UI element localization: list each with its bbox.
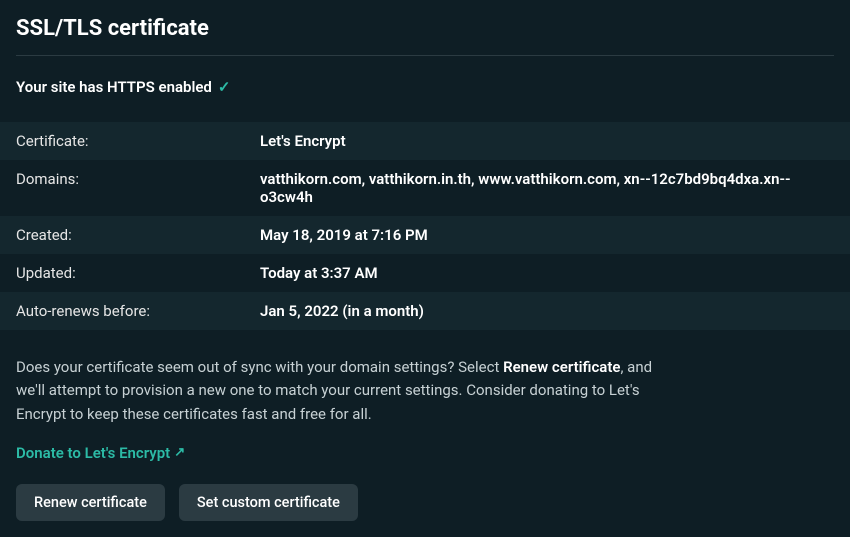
cert-value: Today at 3:37 AM [244, 254, 850, 292]
table-row: Auto-renews before: Jan 5, 2022 (in a mo… [0, 292, 850, 330]
table-row: Certificate: Let's Encrypt [0, 122, 850, 160]
renew-certificate-button[interactable]: Renew certificate [16, 484, 165, 521]
cert-value: vatthikorn.com, vatthikorn.in.th, www.va… [244, 160, 850, 216]
cert-value: May 18, 2019 at 7:16 PM [244, 216, 850, 254]
table-row: Created: May 18, 2019 at 7:16 PM [0, 216, 850, 254]
help-text-pre: Does your certificate seem out of sync w… [16, 358, 503, 376]
table-row: Domains: vatthikorn.com, vatthikorn.in.t… [0, 160, 850, 216]
external-link-icon: ↗ [174, 445, 185, 460]
actions-row: Renew certificate Set custom certificate [16, 484, 834, 521]
cert-value: Jan 5, 2022 (in a month) [244, 292, 850, 330]
cert-label: Auto-renews before: [0, 292, 244, 330]
check-icon: ✓ [218, 78, 231, 96]
cert-label: Created: [0, 216, 244, 254]
help-text: Does your certificate seem out of sync w… [16, 356, 676, 426]
cert-label: Updated: [0, 254, 244, 292]
certificate-info-table: Certificate: Let's Encrypt Domains: vatt… [0, 122, 850, 330]
cert-label: Domains: [0, 160, 244, 216]
cert-label: Certificate: [0, 122, 244, 160]
https-status: Your site has HTTPS enabled ✓ [16, 78, 834, 96]
donate-link[interactable]: Donate to Let's Encrypt ↗ [16, 444, 185, 462]
set-custom-certificate-button[interactable]: Set custom certificate [179, 484, 358, 521]
https-status-text: Your site has HTTPS enabled [16, 78, 212, 96]
page-title: SSL/TLS certificate [16, 16, 834, 56]
cert-value: Let's Encrypt [244, 122, 850, 160]
help-text-bold: Renew certificate [503, 358, 620, 376]
table-row: Updated: Today at 3:37 AM [0, 254, 850, 292]
donate-link-label: Donate to Let's Encrypt [16, 444, 170, 462]
